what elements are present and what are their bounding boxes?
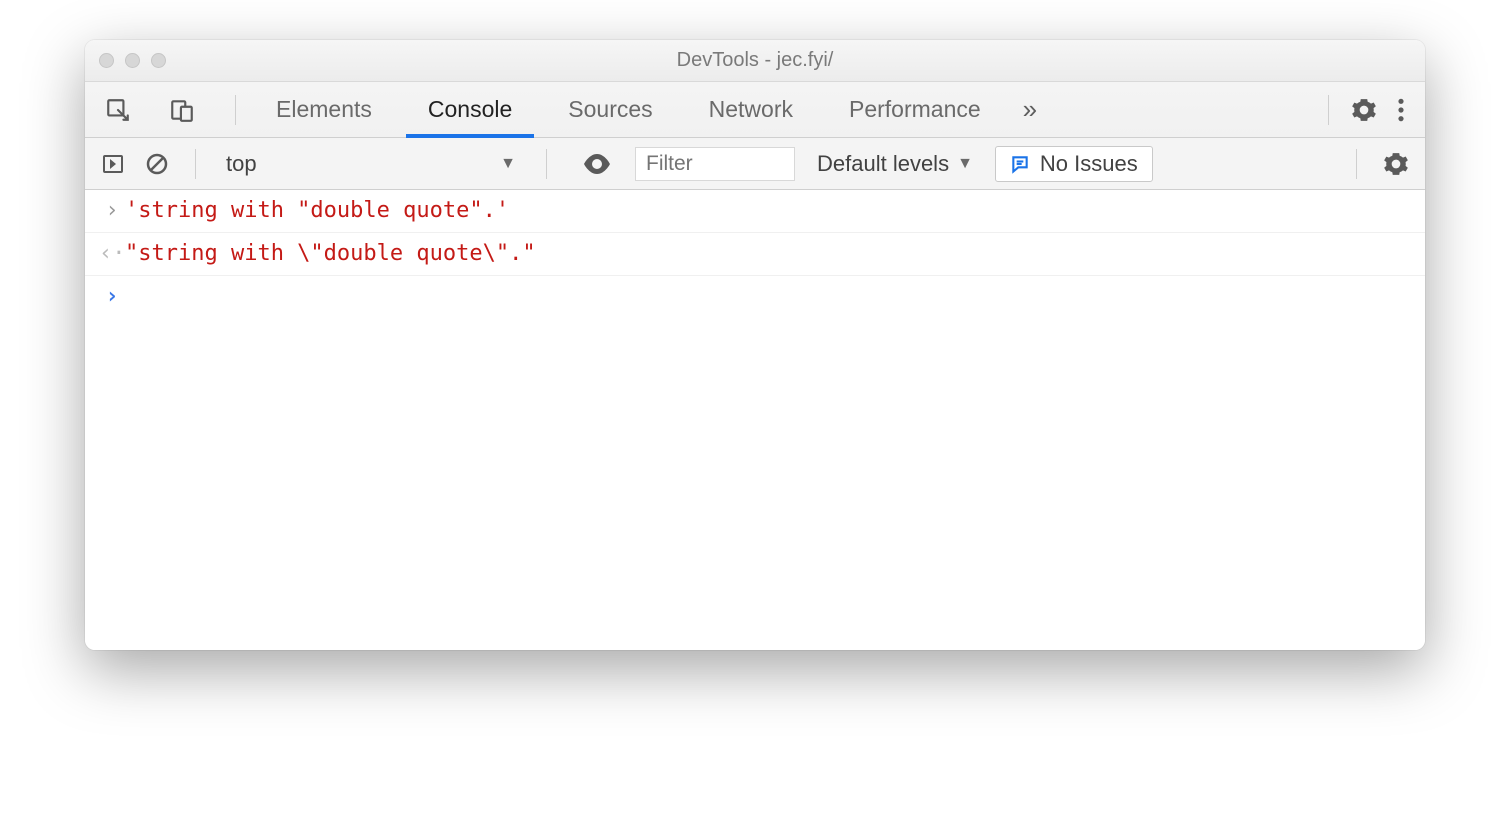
tab-console[interactable]: Console xyxy=(400,82,540,137)
console-text: 'string with "double quote".' xyxy=(125,194,509,228)
prompt-chevron-icon: › xyxy=(99,280,125,314)
separator xyxy=(1328,95,1329,125)
tab-label: Console xyxy=(428,96,512,123)
separator xyxy=(546,149,547,179)
levels-label: Default levels xyxy=(817,151,949,177)
console-row-input[interactable]: › 'string with "double quote".' xyxy=(85,190,1425,233)
clear-console-icon[interactable] xyxy=(139,152,175,176)
tab-elements[interactable]: Elements xyxy=(248,82,400,137)
context-selector[interactable]: top ▼ xyxy=(216,151,526,177)
tab-label: Network xyxy=(709,96,793,123)
window-title: DevTools - jec.fyi/ xyxy=(85,49,1425,72)
devtools-window: DevTools - jec.fyi/ Elements Console Sou… xyxy=(85,40,1425,650)
inspect-element-icon[interactable] xyxy=(95,97,141,123)
log-levels-selector[interactable]: Default levels ▼ xyxy=(803,151,987,177)
tab-label: Sources xyxy=(568,96,652,123)
sidebar-toggle-icon[interactable] xyxy=(95,152,131,176)
console-text: "string with \"double quote\"." xyxy=(125,237,536,271)
console-settings-gear-icon[interactable] xyxy=(1377,151,1415,177)
input-chevron-icon: › xyxy=(99,194,125,228)
gear-icon[interactable] xyxy=(1341,97,1387,123)
tabs-overflow-icon[interactable]: » xyxy=(1009,94,1051,125)
filter-input[interactable] xyxy=(635,147,795,181)
minimize-dot[interactable] xyxy=(125,53,140,68)
issues-icon xyxy=(1010,154,1030,174)
zoom-dot[interactable] xyxy=(151,53,166,68)
console-prompt[interactable]: › xyxy=(85,276,1425,318)
console-toolbar: top ▼ Default levels ▼ No Issues xyxy=(85,138,1425,190)
panel-tabbar: Elements Console Sources Network Perform… xyxy=(85,82,1425,138)
separator xyxy=(235,95,236,125)
traffic-lights xyxy=(99,53,166,68)
panel-tabs: Elements Console Sources Network Perform… xyxy=(248,82,1009,137)
tab-label: Performance xyxy=(849,96,981,123)
chevron-down-icon: ▼ xyxy=(957,155,973,173)
output-chevron-icon: ‹· xyxy=(99,237,125,271)
close-dot[interactable] xyxy=(99,53,114,68)
tab-network[interactable]: Network xyxy=(681,82,821,137)
tab-sources[interactable]: Sources xyxy=(540,82,680,137)
issues-label: No Issues xyxy=(1040,151,1138,177)
kebab-menu-icon[interactable] xyxy=(1387,97,1415,123)
context-label: top xyxy=(226,151,257,177)
separator xyxy=(1356,149,1357,179)
live-expression-icon[interactable] xyxy=(577,154,617,174)
device-toolbar-icon[interactable] xyxy=(159,97,205,123)
separator xyxy=(195,149,196,179)
chevron-down-icon: ▼ xyxy=(500,155,516,173)
window-titlebar: DevTools - jec.fyi/ xyxy=(85,40,1425,82)
tab-performance[interactable]: Performance xyxy=(821,82,1009,137)
issues-button[interactable]: No Issues xyxy=(995,146,1153,182)
tab-label: Elements xyxy=(276,96,372,123)
console-output: › 'string with "double quote".' ‹· "stri… xyxy=(85,190,1425,650)
console-row-output[interactable]: ‹· "string with \"double quote\"." xyxy=(85,233,1425,276)
